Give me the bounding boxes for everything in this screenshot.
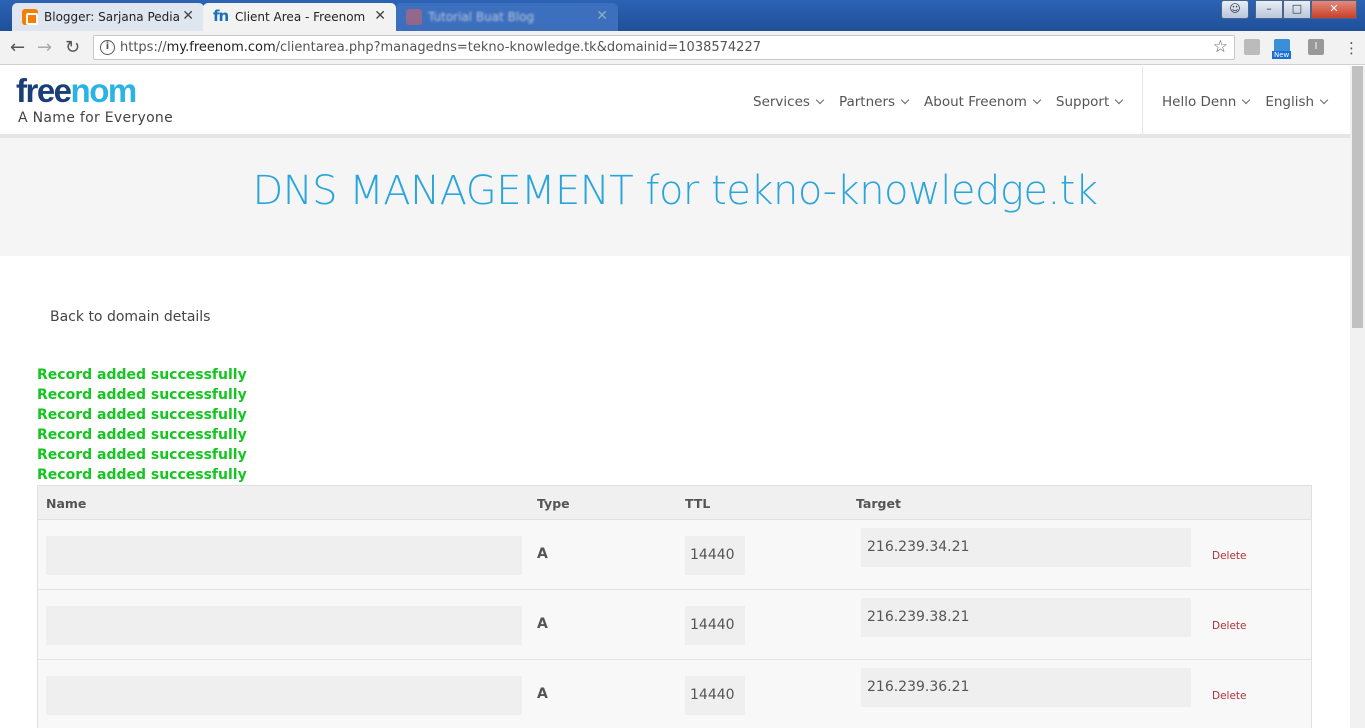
window-controls: ☺ – □ ✕ [1221, 0, 1357, 19]
column-header-ttl: TTL [685, 496, 711, 511]
record-target-input[interactable]: 216.239.34.21 [861, 528, 1191, 567]
browser-toolbar: ← → ↻ i https://my.freenom.com/clientare… [0, 31, 1365, 65]
user-profile-icon[interactable]: ☺ [1221, 0, 1249, 19]
success-message: Record added successfully [37, 387, 247, 403]
close-window-button[interactable]: ✕ [1311, 0, 1357, 19]
nav-label: Hello Denn [1162, 94, 1237, 110]
new-badge: New [1272, 51, 1292, 59]
chevron-down-icon [1032, 95, 1042, 105]
back-arrow-icon[interactable]: ← [10, 37, 25, 58]
record-type: A [537, 616, 548, 632]
nav-label: Support [1055, 94, 1110, 110]
page-banner: DNS MANAGEMENT for tekno-knowledge.tk [0, 138, 1350, 256]
site-header: freenom A Name for Everyone Services Par… [0, 66, 1350, 138]
chevron-down-icon [815, 95, 825, 105]
record-name-input[interactable] [46, 676, 522, 715]
scrollbar-thumb[interactable] [1352, 66, 1363, 328]
user-nav: Hello Denn English [1162, 94, 1343, 110]
record-name-input[interactable] [46, 606, 522, 645]
success-message: Record added successfully [37, 427, 247, 443]
chevron-down-icon [1115, 95, 1124, 105]
bookmark-star-icon[interactable]: ☆ [1213, 37, 1228, 57]
tab-title: Client Area - Freenom [235, 10, 366, 24]
record-ttl-input[interactable]: 14440 [685, 676, 745, 715]
nav-item-partners[interactable]: Partners [838, 94, 910, 110]
tab-title: Blogger: Sarjana Pedia - … [44, 10, 184, 24]
freenom-logo[interactable]: freenom [16, 72, 138, 110]
close-tab-icon[interactable]: ✕ [374, 8, 386, 24]
chevron-down-icon [1319, 95, 1329, 105]
nav-label: Services [753, 94, 810, 110]
browser-tab-blogger[interactable]: Blogger: Sarjana Pedia - … ✕ [12, 3, 204, 31]
address-bar[interactable]: i https://my.freenom.com/clientarea.php?… [93, 35, 1235, 60]
nav-item-account[interactable]: Hello Denn [1162, 94, 1251, 110]
page-viewport: freenom A Name for Everyone Services Par… [0, 66, 1350, 728]
minimize-button[interactable]: – [1255, 0, 1283, 19]
browser-menu-icon[interactable]: ⋮ [1344, 39, 1359, 57]
logo-nom: nom [70, 72, 138, 109]
success-message: Record added successfully [37, 407, 247, 423]
record-type: A [537, 686, 548, 702]
back-to-domain-link[interactable]: Back to domain details [50, 309, 210, 325]
blogger-icon [22, 9, 38, 25]
forward-arrow-icon[interactable]: → [37, 37, 52, 58]
table-row: A 14440 216.239.34.21 Delete [38, 520, 1311, 590]
nav-divider [1142, 66, 1143, 136]
site-icon [406, 9, 422, 25]
chevron-down-icon [900, 95, 910, 105]
close-tab-icon[interactable]: ✕ [182, 8, 194, 24]
maximize-button[interactable]: □ [1283, 0, 1311, 19]
logo-free: free [16, 72, 72, 109]
page-scrollbar[interactable] [1350, 66, 1365, 728]
browser-tab-blurred[interactable]: Tutorial Buat Blog ✕ [396, 3, 618, 31]
url-path: /clientarea.php?managedns=tekno-knowledg… [275, 40, 761, 55]
info-icon[interactable]: i [100, 40, 115, 55]
page-title: DNS MANAGEMENT for tekno-knowledge.tk [252, 168, 1098, 214]
success-message: Record added successfully [37, 467, 247, 483]
close-tab-icon[interactable]: ✕ [596, 8, 608, 24]
url-scheme: https:// [120, 40, 167, 55]
delete-record-link[interactable]: Delete [1212, 550, 1247, 562]
i-extension-icon[interactable]: I [1308, 39, 1324, 55]
url-text[interactable]: https://my.freenom.com/clientarea.php?ma… [120, 40, 761, 55]
nav-label: English [1265, 94, 1315, 110]
freenom-icon: fn [213, 7, 229, 25]
nav-item-about[interactable]: About Freenom [924, 94, 1042, 110]
table-row: A 14440 216.239.38.21 Delete [38, 590, 1311, 660]
nav-item-support[interactable]: Support [1055, 94, 1124, 110]
tab-title: Tutorial Buat Blog [428, 10, 535, 24]
delete-record-link[interactable]: Delete [1212, 690, 1247, 702]
nav-item-services[interactable]: Services [753, 94, 825, 110]
dns-records-table: Name Type TTL Target A 14440 216.239.34.… [37, 485, 1312, 728]
success-message: Record added successfully [37, 367, 247, 383]
record-target-input[interactable]: 216.239.36.21 [861, 668, 1191, 707]
browser-tab-strip: Blogger: Sarjana Pedia - … ✕ fn Client A… [0, 0, 1365, 31]
nav-label: Partners [838, 94, 896, 110]
main-nav: Services Partners About Freenom Support [753, 94, 1138, 110]
success-message: Record added successfully [37, 447, 247, 463]
nav-item-language[interactable]: English [1265, 94, 1329, 110]
nav-label: About Freenom [924, 94, 1027, 110]
column-header-type: Type [537, 496, 570, 511]
tagline: A Name for Everyone [18, 110, 174, 126]
success-messages: Record added successfully Record added s… [37, 365, 247, 485]
column-header-name: Name [46, 496, 87, 511]
browser-tab-freenom[interactable]: fn Client Area - Freenom ✕ [203, 3, 396, 31]
url-host: my.freenom.com [166, 40, 276, 55]
chevron-down-icon [1242, 95, 1251, 105]
column-header-target: Target [856, 496, 901, 511]
table-header: Name Type TTL Target [38, 486, 1311, 520]
record-ttl-input[interactable]: 14440 [685, 536, 745, 575]
delete-record-link[interactable]: Delete [1212, 620, 1247, 632]
reload-icon[interactable]: ↻ [65, 37, 80, 58]
record-target-input[interactable]: 216.239.38.21 [861, 598, 1191, 637]
table-row: A 14440 216.239.36.21 Delete [38, 660, 1311, 728]
record-ttl-input[interactable]: 14440 [685, 606, 745, 645]
record-type: A [537, 546, 548, 562]
pdf-extension-icon[interactable] [1244, 39, 1260, 55]
record-name-input[interactable] [46, 536, 522, 575]
new-extension-icon[interactable]: New [1272, 39, 1292, 59]
